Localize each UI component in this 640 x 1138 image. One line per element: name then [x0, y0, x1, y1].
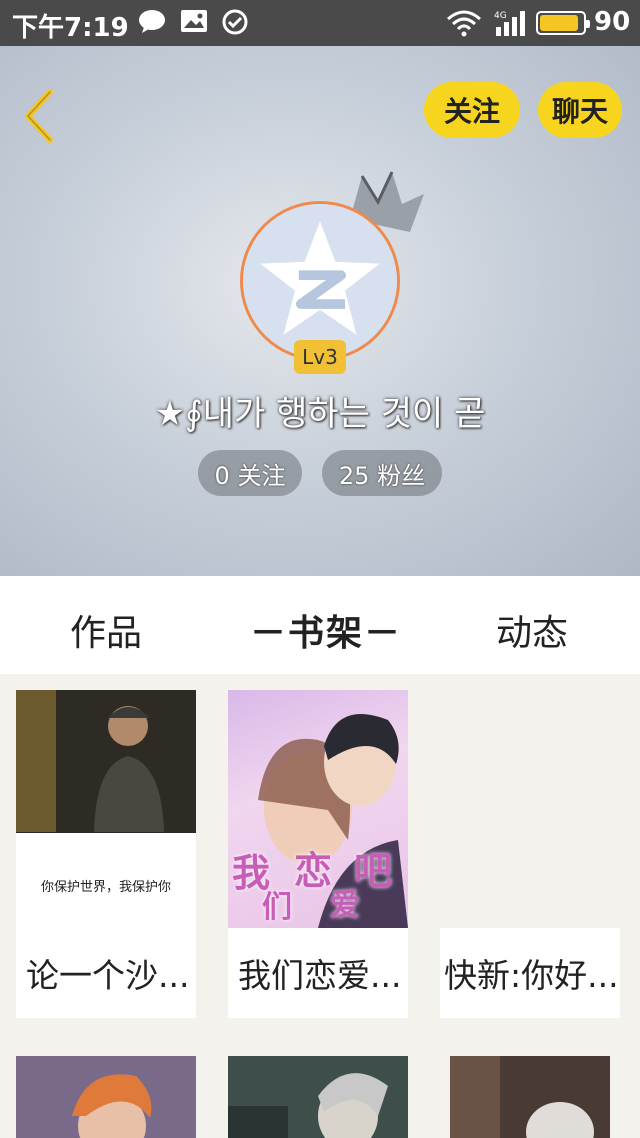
- book-title: 论一个沙...: [26, 956, 190, 995]
- fans-count[interactable]: 25 粉丝: [322, 450, 442, 496]
- book-title-box: 论一个沙...: [16, 928, 196, 1018]
- book-cover: 我 恋 吧 们 爱: [228, 690, 408, 928]
- book-cover-image: [450, 1056, 610, 1138]
- qzone-star-icon: [243, 204, 397, 358]
- username: ★∮내가 행하는 것이 곧: [154, 394, 486, 434]
- chat-notification-icon: [139, 10, 165, 33]
- book-card[interactable]: [16, 1056, 196, 1138]
- book-cover-image: [16, 1056, 196, 1138]
- check-circle-icon: [222, 9, 248, 35]
- tab-activity[interactable]: 动态: [496, 604, 568, 656]
- book-title: 我们恋爱...: [238, 956, 402, 995]
- book-cover-image: [228, 1056, 408, 1138]
- tab-bookshelf[interactable]: －书架－: [250, 604, 402, 656]
- level-badge: Lv3: [294, 340, 346, 374]
- avatar[interactable]: [240, 201, 400, 361]
- book-title: 快新:你好...: [444, 956, 619, 995]
- status-bar: 下午7:19 4G 90: [0, 0, 640, 46]
- battery-level: [540, 15, 578, 31]
- book-title-box: 我们恋爱...: [228, 928, 408, 1018]
- following-count[interactable]: 0 关注: [198, 450, 302, 496]
- svg-text:4G: 4G: [494, 11, 507, 21]
- battery-icon: [536, 11, 590, 35]
- book-tagline: 你保护世界，我保护你: [40, 880, 171, 895]
- book-card[interactable]: [450, 1056, 610, 1138]
- battery-percent: 90: [594, 7, 631, 37]
- status-time: 下午7:19: [12, 13, 129, 43]
- back-icon[interactable]: [16, 86, 64, 146]
- book-cover: 你保护世界，我保护你: [16, 690, 196, 928]
- signal-icon: 4G: [494, 11, 525, 36]
- tab-works[interactable]: 作品: [70, 604, 142, 656]
- follow-button[interactable]: 关注: [424, 82, 520, 138]
- wifi-icon: [447, 10, 481, 37]
- image-notification-icon: [181, 10, 207, 32]
- book-cover-image: [16, 690, 196, 832]
- profile-header: 关注 聊天 Lv3 ★∮내가 행하는 것이 곧 0 关注 25 粉丝: [0, 46, 640, 576]
- profile-tabs: 作品 －书架－ 动态: [0, 576, 640, 674]
- book-card[interactable]: [228, 1056, 408, 1138]
- book-title-box: 快新:你好...: [440, 928, 620, 1018]
- book-cover: [440, 690, 620, 928]
- chat-button[interactable]: 聊天: [538, 82, 622, 138]
